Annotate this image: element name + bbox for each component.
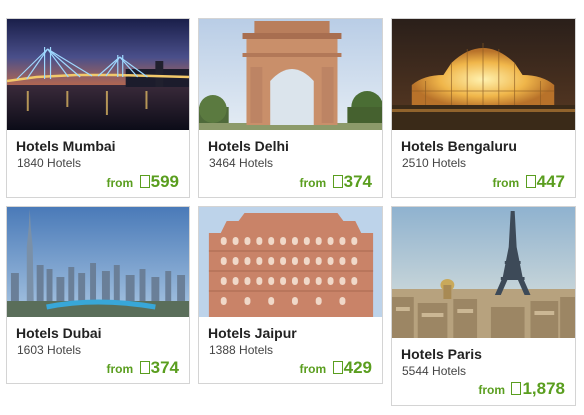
city-card-jaipur[interactable]: Hotels Jaipur 1388 Hotels from 429 — [198, 206, 383, 384]
price-from: from 374 — [107, 358, 180, 378]
card-title[interactable]: Hotels Bengaluru — [401, 138, 517, 154]
price-prefix: from — [106, 362, 134, 376]
paris-photo[interactable] — [392, 207, 575, 338]
currency-icon — [139, 175, 150, 188]
currency-icon — [332, 175, 343, 188]
hotel-count: 5544 Hotels — [402, 364, 467, 378]
hotel-count: 1840 Hotels — [17, 156, 82, 170]
dubai-photo[interactable] — [7, 207, 189, 317]
price-amount: 429 — [343, 358, 372, 377]
jaipur-photo[interactable] — [199, 207, 382, 317]
price-from: from 429 — [300, 358, 373, 378]
currency-icon — [525, 175, 536, 188]
currency-icon — [332, 361, 343, 374]
hotel-count: 1603 Hotels — [17, 343, 82, 357]
price-amount: 1,878 — [522, 379, 565, 398]
card-title[interactable]: Hotels Paris — [401, 346, 482, 362]
hotel-count: 2510 Hotels — [402, 156, 467, 170]
card-title[interactable]: Hotels Delhi — [208, 138, 289, 154]
hotel-count: 3464 Hotels — [209, 156, 274, 170]
card-title[interactable]: Hotels Jaipur — [208, 325, 297, 341]
price-from: from 1,878 — [478, 379, 565, 399]
bengaluru-photo[interactable] — [392, 19, 575, 130]
card-title[interactable]: Hotels Dubai — [16, 325, 102, 341]
price-amount: 599 — [150, 172, 179, 191]
price-from: from 447 — [493, 172, 566, 192]
city-card-paris[interactable]: Hotels Paris 5544 Hotels from 1,878 — [391, 206, 576, 406]
price-amount: 447 — [536, 172, 565, 191]
city-card-delhi[interactable]: Hotels Delhi 3464 Hotels from 374 — [198, 18, 383, 198]
card-title[interactable]: Hotels Mumbai — [16, 138, 116, 154]
price-prefix: from — [106, 176, 134, 190]
mumbai-photo[interactable] — [7, 19, 189, 130]
hotel-count: 1388 Hotels — [209, 343, 274, 357]
price-amount: 374 — [343, 172, 372, 191]
city-card-dubai[interactable]: Hotels Dubai 1603 Hotels from 374 — [6, 206, 190, 384]
city-card-mumbai[interactable]: Hotels Mumbai 1840 Hotels from 599 — [6, 18, 190, 198]
price-prefix: from — [299, 176, 327, 190]
price-from: from 374 — [300, 172, 373, 192]
city-card-bengaluru[interactable]: Hotels Bengaluru 2510 Hotels from 447 — [391, 18, 576, 198]
price-prefix: from — [492, 176, 520, 190]
price-from: from 599 — [107, 172, 180, 192]
price-amount: 374 — [150, 358, 179, 377]
currency-icon — [139, 361, 150, 374]
delhi-photo[interactable] — [199, 19, 382, 130]
currency-icon — [511, 382, 522, 395]
price-prefix: from — [299, 362, 327, 376]
price-prefix: from — [478, 383, 505, 397]
